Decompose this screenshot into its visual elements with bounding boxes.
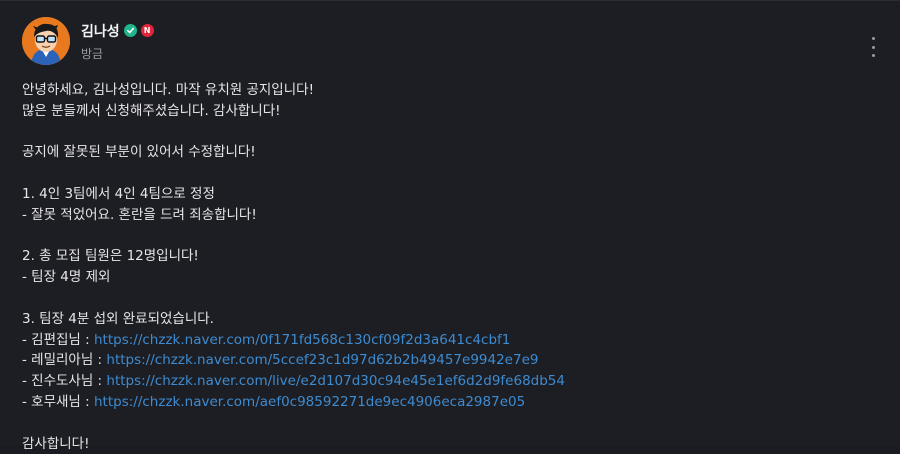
leader-line: - 레밀리아님 : https://chzzk.naver.com/5ccef2… xyxy=(22,350,878,371)
post-timestamp: 방금 xyxy=(81,46,104,61)
naver-n-badge-icon: N xyxy=(140,24,154,37)
leader-channel-link[interactable]: https://chzzk.naver.com/live/e2d107d30c9… xyxy=(106,373,565,389)
closing-line: 감사합니다! xyxy=(22,435,90,452)
author-name-row: 김나성 N xyxy=(81,21,154,41)
leader-line: - 김편집님 : https://chzzk.naver.com/0f171fd… xyxy=(22,330,878,351)
body-line: - 잘못 적었어요. 혼란을 드려 죄송합니다! xyxy=(22,206,257,223)
leader-line: - 호무새님 : https://chzzk.naver.com/aef0c98… xyxy=(22,392,878,413)
leader-label: - 김편집님 : xyxy=(22,331,94,348)
more-vertical-icon[interactable] xyxy=(866,37,880,57)
leader-label: - 레밀리아님 : xyxy=(22,352,107,369)
post-body: 안녕하세요, 김나성입니다. 마작 유치원 공지입니다! 많은 분들께서 신청해… xyxy=(22,80,878,454)
leader-channel-link[interactable]: https://chzzk.naver.com/aef0c98592271de9… xyxy=(94,394,525,410)
body-line: 2. 총 모집 팀원은 12명입니다! xyxy=(22,248,199,265)
body-line: 안녕하세요, 김나성입니다. 마작 유치원 공지입니다! xyxy=(22,82,314,98)
dot xyxy=(871,54,875,57)
leader-line: - 진수도사님 : https://chzzk.naver.com/live/e… xyxy=(22,371,878,392)
dot xyxy=(871,45,875,49)
avatar[interactable] xyxy=(22,17,70,65)
post-card: 김나성 N 방금 안녕하세요, 김나성입니다. 마작 유치원 공지입니다! 많은… xyxy=(0,0,900,452)
author-name[interactable]: 김나성 xyxy=(81,21,120,41)
verified-check-icon xyxy=(123,24,137,37)
body-line: - 팀장 4명 제외 xyxy=(22,269,111,286)
dot xyxy=(871,37,875,40)
body-line: 3. 팀장 4분 섭외 완료되었습니다. xyxy=(22,310,214,327)
body-line: 공지에 잘못된 부분이 있어서 수정합니다! xyxy=(22,144,256,161)
body-line: 많은 분들께서 신청해주셨습니다. 감사합니다! xyxy=(22,102,281,119)
leader-label: - 진수도사님 : xyxy=(22,373,107,390)
author-meta: 김나성 N 방금 xyxy=(81,21,154,62)
post-header: 김나성 N 방금 xyxy=(22,17,154,65)
body-line: 1. 4인 3팀에서 4인 4팀으로 정정 xyxy=(22,185,215,202)
leader-channel-link[interactable]: https://chzzk.naver.com/0f171fd568c130cf… xyxy=(94,332,510,348)
avatar-illustration xyxy=(22,17,70,65)
leader-label: - 호무새님 : xyxy=(22,393,94,410)
leader-channel-link[interactable]: https://chzzk.naver.com/5ccef23c1d97d62b… xyxy=(106,352,538,368)
